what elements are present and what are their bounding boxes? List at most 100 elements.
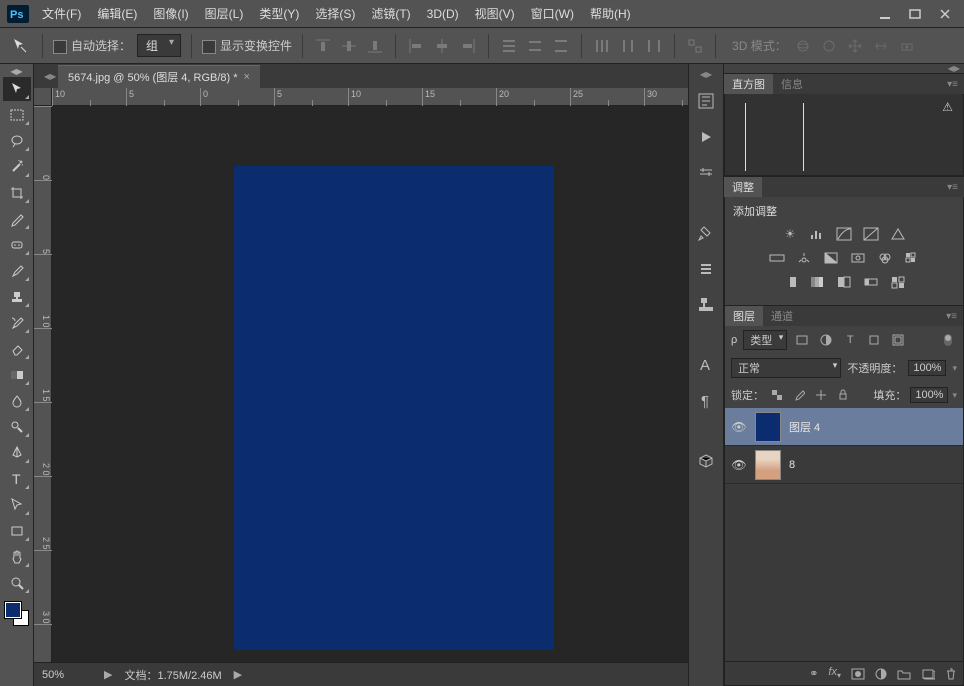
3d-orbit-icon[interactable] <box>793 36 813 56</box>
distribute-hcenter-icon[interactable] <box>618 36 638 56</box>
panel-menu-icon[interactable]: ▾≡ <box>941 182 964 193</box>
filter-type-icon[interactable]: T <box>841 331 859 349</box>
delete-layer-icon[interactable] <box>945 668 957 680</box>
vibrance-icon[interactable] <box>888 225 908 243</box>
lasso-tool[interactable] <box>3 129 31 153</box>
eyedropper-tool[interactable] <box>3 207 31 231</box>
properties-panel-icon[interactable] <box>693 160 719 186</box>
character-panel-icon[interactable]: A <box>693 352 719 378</box>
status-arrow-icon[interactable]: ▶ <box>104 668 112 681</box>
zoom-level[interactable]: 50% <box>42 669 92 681</box>
menu-file[interactable]: 文件(F) <box>34 3 89 25</box>
menu-layer[interactable]: 图层(L) <box>197 3 252 25</box>
type-tool[interactable]: T <box>3 467 31 491</box>
bw-icon[interactable] <box>821 249 841 267</box>
opacity-value[interactable]: 100% <box>908 360 946 376</box>
show-transform-checkbox[interactable]: 显示变换控件 <box>202 37 292 54</box>
horizontal-ruler[interactable]: 105051015202530 <box>52 88 688 106</box>
hand-tool[interactable] <box>3 545 31 569</box>
menu-select[interactable]: 选择(S) <box>307 3 363 25</box>
status-menu-icon[interactable]: ▶ <box>234 668 242 681</box>
align-bottom-icon[interactable] <box>365 36 385 56</box>
distribute-left-icon[interactable] <box>592 36 612 56</box>
vertical-ruler[interactable]: 051 01 52 02 53 03 5 <box>34 106 52 662</box>
link-layers-icon[interactable]: ⚭ <box>809 667 818 680</box>
hue-icon[interactable] <box>767 249 787 267</box>
path-select-tool[interactable] <box>3 493 31 517</box>
gradient-map-icon[interactable] <box>861 273 881 291</box>
align-vcenter-icon[interactable] <box>339 36 359 56</box>
new-adjustment-icon[interactable] <box>875 668 887 680</box>
maximize-button[interactable] <box>900 4 930 24</box>
3d-scale-icon[interactable] <box>897 36 917 56</box>
channel-mixer-icon[interactable] <box>875 249 895 267</box>
history-panel-icon[interactable] <box>693 88 719 114</box>
marquee-tool[interactable] <box>3 103 31 127</box>
toolbox-collapse-icon[interactable]: ◀▶ <box>0 66 33 76</box>
3d-panel-icon[interactable] <box>693 448 719 474</box>
tab-histogram[interactable]: 直方图 <box>724 74 773 94</box>
canvas[interactable] <box>234 166 554 650</box>
layer-name[interactable]: 8 <box>789 459 795 471</box>
doc-size-label[interactable]: 文档：1.75M/2.46M <box>124 667 221 683</box>
3d-roll-icon[interactable] <box>819 36 839 56</box>
document-tab[interactable]: 5674.jpg @ 50% (图层 4, RGB/8) * × <box>58 65 260 88</box>
new-layer-icon[interactable] <box>921 668 935 680</box>
tab-layers[interactable]: 图层 <box>725 306 763 326</box>
panel-menu-icon[interactable]: ▾≡ <box>940 311 963 322</box>
foreground-color[interactable] <box>5 602 21 618</box>
menu-filter[interactable]: 滤镜(T) <box>363 3 418 25</box>
levels-icon[interactable] <box>807 225 827 243</box>
layer-row[interactable]: 👁 图层 4 <box>725 408 963 446</box>
auto-select-checkbox[interactable]: 自动选择： <box>53 37 131 54</box>
filter-pixel-icon[interactable] <box>793 331 811 349</box>
move-tool[interactable] <box>3 77 31 101</box>
tab-adjustments[interactable]: 调整 <box>724 177 762 197</box>
lock-all-icon[interactable] <box>834 386 852 404</box>
color-swatches[interactable] <box>5 602 29 626</box>
brush-tool[interactable] <box>3 259 31 283</box>
3d-slide-icon[interactable] <box>871 36 891 56</box>
pen-tool[interactable] <box>3 441 31 465</box>
dodge-tool[interactable] <box>3 415 31 439</box>
filter-smart-icon[interactable] <box>889 331 907 349</box>
panels-collapse-icon[interactable]: ◀▶ <box>724 64 964 73</box>
close-tab-icon[interactable]: × <box>244 71 250 83</box>
layer-thumbnail[interactable] <box>755 450 781 480</box>
photo-filter-icon[interactable] <box>848 249 868 267</box>
layer-thumbnail[interactable] <box>755 412 781 442</box>
gradient-tool[interactable] <box>3 363 31 387</box>
brightness-icon[interactable]: ☀ <box>780 225 800 243</box>
selective-color-icon[interactable] <box>888 273 908 291</box>
ruler-origin[interactable] <box>34 88 52 106</box>
threshold-icon[interactable] <box>834 273 854 291</box>
filter-toggle-icon[interactable] <box>939 331 957 349</box>
clone-source-panel-icon[interactable] <box>693 292 719 318</box>
actions-panel-icon[interactable] <box>693 124 719 150</box>
history-brush-tool[interactable] <box>3 311 31 335</box>
filter-shape-icon[interactable] <box>865 331 883 349</box>
layer-kind-dropdown[interactable]: 类型 <box>743 330 787 350</box>
fill-value[interactable]: 100% <box>910 387 948 403</box>
blend-mode-dropdown[interactable]: 正常 <box>731 358 841 378</box>
eraser-tool[interactable] <box>3 337 31 361</box>
lock-transparency-icon[interactable] <box>768 386 786 404</box>
auto-align-icon[interactable] <box>685 36 705 56</box>
add-mask-icon[interactable] <box>851 668 865 680</box>
lock-position-icon[interactable] <box>812 386 830 404</box>
color-lookup-icon[interactable] <box>902 249 922 267</box>
posterize-icon[interactable] <box>807 273 827 291</box>
new-group-icon[interactable] <box>897 668 911 680</box>
visibility-icon[interactable]: 👁 <box>731 458 747 472</box>
exposure-icon[interactable] <box>861 225 881 243</box>
distribute-bottom-icon[interactable] <box>551 36 571 56</box>
auto-select-dropdown[interactable]: 组 <box>137 34 181 57</box>
distribute-right-icon[interactable] <box>644 36 664 56</box>
menu-window[interactable]: 窗口(W) <box>523 3 582 25</box>
tab-channels[interactable]: 通道 <box>763 306 801 326</box>
layer-name[interactable]: 图层 4 <box>789 419 820 435</box>
histogram-warning-icon[interactable]: ⚠ <box>942 100 953 114</box>
stamp-tool[interactable] <box>3 285 31 309</box>
layer-row[interactable]: 👁 8 <box>725 446 963 484</box>
blur-tool[interactable] <box>3 389 31 413</box>
